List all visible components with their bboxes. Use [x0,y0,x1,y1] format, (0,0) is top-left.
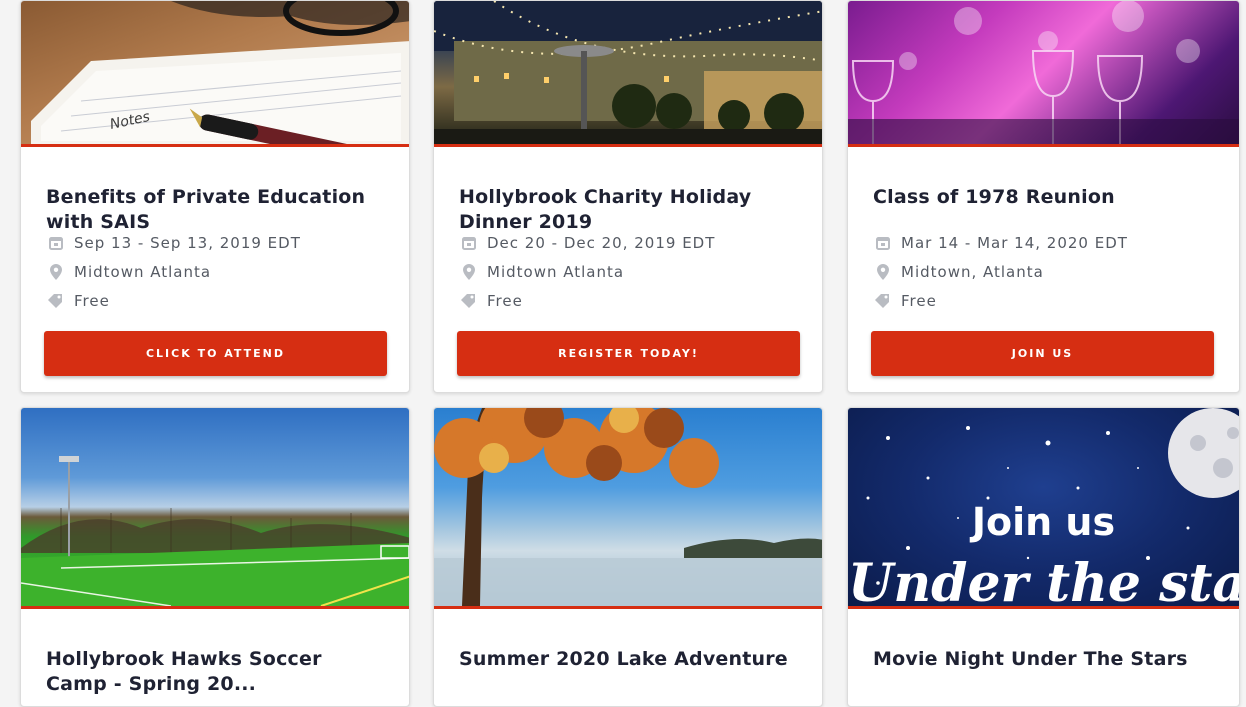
event-location-text: Midtown Atlanta [487,262,625,281]
event-location-text: Midtown Atlanta [74,262,212,281]
event-image[interactable] [848,1,1239,147]
event-price: Free [873,286,1215,315]
calendar-icon [873,236,893,250]
tag-icon [873,293,893,308]
image-headline: Join us [971,500,1116,544]
event-location: Midtown Atlanta [46,257,385,286]
event-image[interactable] [434,408,822,609]
calendar-icon [459,236,479,250]
image-subheadline: Under the stars [848,553,1239,609]
event-date-text: Dec 20 - Dec 20, 2019 EDT [487,233,716,252]
event-image[interactable] [434,1,822,147]
event-card[interactable]: Summer 2020 Lake Adventure [433,407,823,707]
event-card[interactable]: Join us Under the stars Movie Night Unde… [847,407,1240,707]
event-image[interactable]: Notes [21,1,409,147]
event-price: Free [459,286,798,315]
event-card[interactable]: Hollybrook Hawks Soccer Camp - Spring 20… [20,407,410,707]
map-pin-icon [873,263,893,280]
event-title[interactable]: Hollybrook Hawks Soccer Camp - Spring 20… [46,647,385,697]
click-to-attend-button[interactable]: CLICK TO ATTEND [44,331,387,376]
event-card[interactable]: Notes Benefits of Private Education with… [20,0,410,393]
tag-icon [46,293,66,308]
event-price: Free [46,286,385,315]
register-today-button[interactable]: REGISTER TODAY! [457,331,800,376]
event-image[interactable]: Join us Under the stars [848,408,1239,609]
event-card[interactable]: Hollybrook Charity Holiday Dinner 2019 D… [433,0,823,393]
event-image[interactable] [21,408,409,609]
event-price-text: Free [74,291,110,310]
event-title[interactable]: Class of 1978 Reunion [873,185,1215,210]
map-pin-icon [459,263,479,280]
tag-icon [459,293,479,308]
event-card[interactable]: Class of 1978 Reunion Mar 14 - Mar 14, 2… [847,0,1240,393]
map-pin-icon [46,263,66,280]
event-title[interactable]: Movie Night Under The Stars [873,647,1215,672]
event-date-text: Mar 14 - Mar 14, 2020 EDT [901,233,1128,252]
event-price-text: Free [487,291,523,310]
event-title[interactable]: Summer 2020 Lake Adventure [459,647,798,672]
event-price-text: Free [901,291,937,310]
join-us-button[interactable]: JOIN US [871,331,1214,376]
calendar-icon [46,236,66,250]
event-location: Midtown, Atlanta [873,257,1215,286]
event-location-text: Midtown, Atlanta [901,262,1044,281]
event-date: Mar 14 - Mar 14, 2020 EDT [873,228,1215,257]
event-date-text: Sep 13 - Sep 13, 2019 EDT [74,233,301,252]
event-location: Midtown Atlanta [459,257,798,286]
